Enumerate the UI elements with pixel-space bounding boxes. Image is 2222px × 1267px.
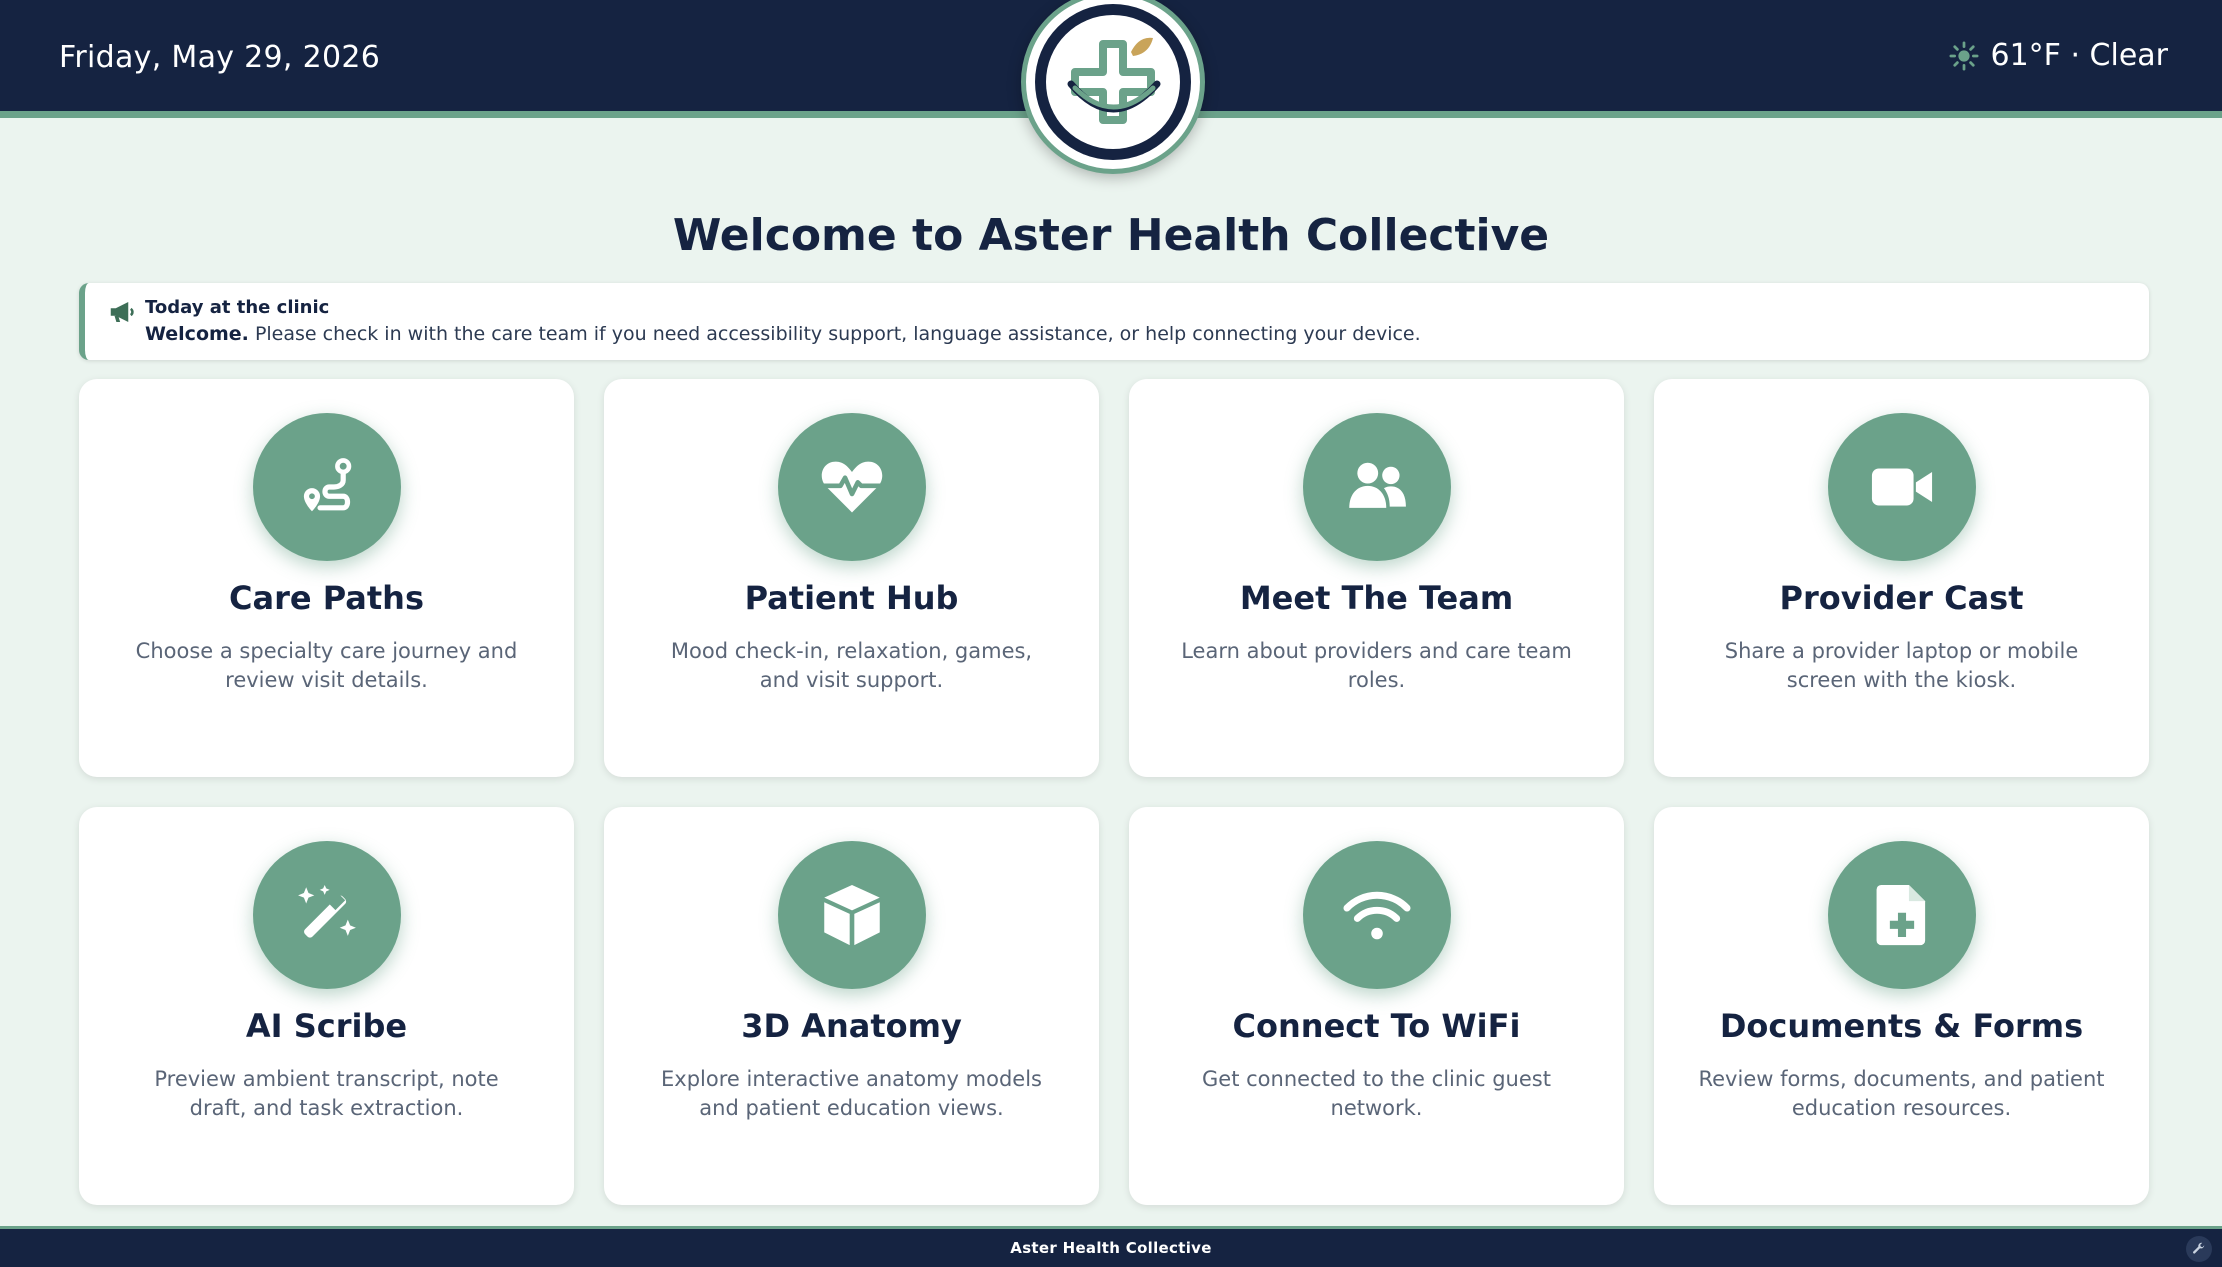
video-camera-icon bbox=[1871, 468, 1933, 506]
magic-wand-icon bbox=[298, 884, 356, 938]
card-meet-the-team[interactable]: Meet The Team Learn about providers and … bbox=[1129, 379, 1624, 777]
notice-title: Today at the clinic bbox=[145, 297, 330, 318]
card-description: Share a provider laptop or mobile screen… bbox=[1724, 639, 2079, 692]
card-care-paths[interactable]: Care Paths Choose a specialty care journ… bbox=[79, 379, 574, 777]
weather-text: 61°F · Clear bbox=[1990, 38, 2169, 73]
notice-body: Please check in with the care team if yo… bbox=[248, 323, 1421, 345]
medical-cross-leaf-logo bbox=[1067, 37, 1161, 124]
file-medical-icon bbox=[1876, 884, 1926, 946]
card-description: Preview ambient transcript, note draft, … bbox=[154, 1067, 499, 1120]
sun-icon bbox=[1949, 41, 1978, 70]
card-title: AI Scribe bbox=[245, 1007, 408, 1045]
card-patient-hub[interactable]: Patient Hub Mood check-in, relaxation, g… bbox=[604, 379, 1099, 777]
card-title: Provider Cast bbox=[1779, 579, 2024, 617]
card-title: Patient Hub bbox=[744, 579, 959, 617]
heart-pulse-icon bbox=[821, 461, 883, 513]
card-description: Mood check-in, relaxation, games, and vi… bbox=[670, 639, 1033, 692]
weather-display: 61°F · Clear bbox=[1949, 38, 2169, 73]
notice-lead: Welcome. bbox=[145, 323, 249, 345]
admin-tools-button[interactable] bbox=[2186, 1236, 2212, 1262]
wrench-icon bbox=[2193, 1242, 2205, 1254]
card-documents-forms[interactable]: Documents & Forms Review forms, document… bbox=[1654, 807, 2149, 1205]
card-title: 3D Anatomy bbox=[741, 1007, 962, 1045]
card-ai-scribe[interactable]: AI Scribe Preview ambient transcript, no… bbox=[79, 807, 574, 1205]
card-title: Meet The Team bbox=[1239, 579, 1514, 617]
card-title: Care Paths bbox=[228, 579, 424, 617]
card-connect-to-wifi[interactable]: Connect To WiFi Get connected to the cli… bbox=[1129, 807, 1624, 1205]
clinic-logo bbox=[1021, 0, 1205, 174]
clinic-notice-banner: Today at the clinic Welcome. Please chec… bbox=[79, 283, 2149, 360]
notice-message: Welcome. Please check in with the care t… bbox=[145, 323, 1421, 345]
route-icon bbox=[303, 458, 352, 512]
card-provider-cast[interactable]: Provider Cast Share a provider laptop or… bbox=[1654, 379, 2149, 777]
date-display: Friday, May 29, 2026 bbox=[59, 40, 381, 75]
card-description: Review forms, documents, and patient edu… bbox=[1698, 1067, 2105, 1120]
cube-icon bbox=[824, 884, 880, 946]
megaphone-icon bbox=[110, 302, 134, 322]
users-icon bbox=[1349, 462, 1406, 508]
card-description: Explore interactive anatomy models and p… bbox=[661, 1067, 1042, 1120]
wifi-icon bbox=[1343, 891, 1411, 940]
card-description: Get connected to the clinic guest networ… bbox=[1202, 1067, 1551, 1120]
card-description: Choose a specialty care journey and revi… bbox=[135, 639, 518, 692]
card-title: Connect To WiFi bbox=[1232, 1007, 1521, 1045]
card-description: Learn about providers and care team role… bbox=[1181, 639, 1572, 692]
card-title: Documents & Forms bbox=[1719, 1007, 2084, 1045]
footer-bar: Aster Health Collective bbox=[0, 1226, 2222, 1267]
card-3d-anatomy[interactable]: 3D Anatomy Explore interactive anatomy m… bbox=[604, 807, 1099, 1205]
page-title: Welcome to Aster Health Collective bbox=[672, 210, 1550, 261]
feature-grid: Care Paths Choose a specialty care journ… bbox=[79, 379, 2149, 1205]
footer-brand: Aster Health Collective bbox=[1010, 1239, 1212, 1257]
